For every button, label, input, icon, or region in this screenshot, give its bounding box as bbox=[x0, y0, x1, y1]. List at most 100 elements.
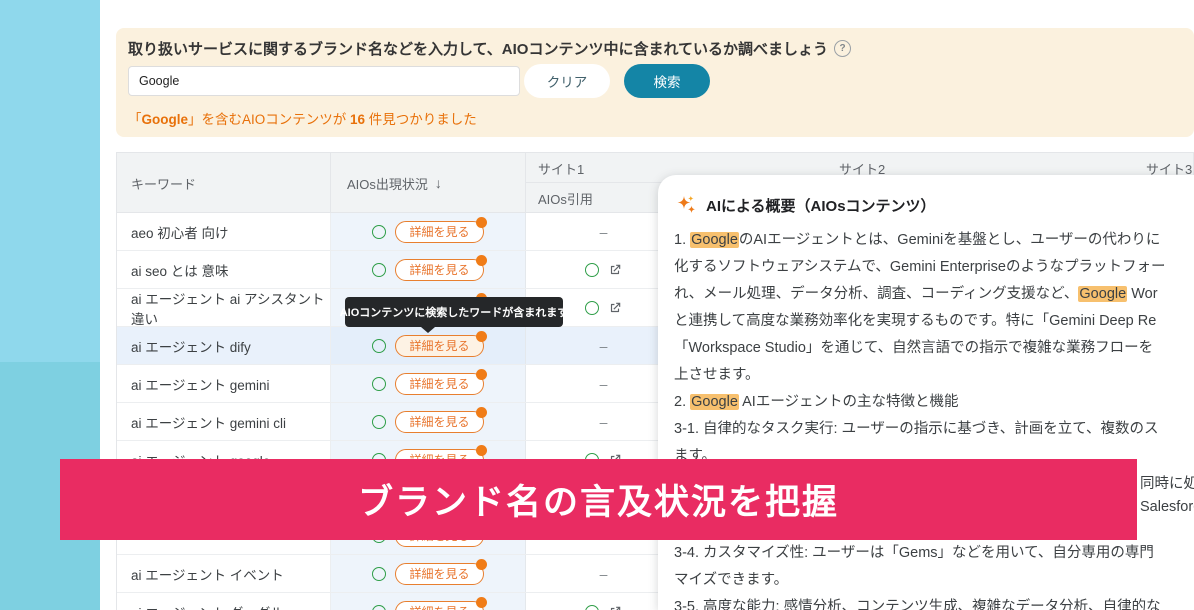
ai-overview-line: マイズできます。 bbox=[674, 567, 1194, 594]
notification-dot-icon bbox=[476, 331, 487, 342]
keyword-cell: ai エージェント イベント bbox=[117, 555, 331, 592]
result-mid: 」を含むAIOコンテンツが bbox=[188, 112, 350, 127]
ai-text: 上させます。 bbox=[674, 367, 760, 383]
tooltip-text: AIOコンテンツに検索したワードが含まれます bbox=[340, 304, 569, 320]
header-keyword: キーワード bbox=[117, 153, 331, 213]
notification-dot-icon bbox=[476, 255, 487, 266]
highlighted-brand: Google bbox=[690, 232, 739, 248]
status-ok-circle-icon bbox=[372, 377, 386, 391]
result-count: 16 bbox=[350, 112, 365, 127]
ai-overview-line: 3-1. 自律的なタスク実行: ユーザーの指示に基づき、計画を立て、複数のス bbox=[674, 416, 1194, 443]
search-button[interactable]: 検索 bbox=[624, 64, 710, 98]
caption-banner: ブランド名の言及状況を把握 bbox=[60, 459, 1137, 540]
status-ok-circle-icon bbox=[372, 263, 386, 277]
ai-text: れ、メール処理、データ分析、調査、コーディング支援など、 bbox=[674, 286, 1078, 302]
brand-search-panel: 取り扱いサービスに関するブランド名などを入力して、AIOコンテンツ中に含まれてい… bbox=[116, 28, 1194, 137]
keyword-cell: aeo 初心者 向け bbox=[117, 213, 331, 250]
ai-text: 1. bbox=[674, 232, 690, 248]
status-ok-circle-icon bbox=[585, 301, 599, 315]
ai-overview-line: と連携して高度な業務効率化を実現するものです。特に「Gemini Deep Re bbox=[674, 308, 1194, 335]
keyword-cell: ai seo とは 意味 bbox=[117, 251, 331, 288]
ai-overview-line: 3-5. 高度な能力: 感情分析、コンテンツ生成、複雑なデータ分析、自律的な bbox=[674, 594, 1194, 610]
help-icon[interactable]: ? bbox=[834, 40, 851, 57]
card-header: AIによる概要（AIOsコンテンツ） bbox=[658, 175, 1194, 221]
no-citation-dash: – bbox=[600, 376, 608, 392]
status-ok-circle-icon bbox=[372, 339, 386, 353]
panel-title-text: 取り扱いサービスに関するブランド名などを入力して、AIOコンテンツ中に含まれてい… bbox=[128, 38, 828, 59]
external-link-icon[interactable] bbox=[608, 605, 622, 610]
no-citation-dash: – bbox=[600, 224, 608, 240]
header-site1: サイト1 bbox=[538, 153, 584, 183]
highlighted-brand: Google bbox=[690, 394, 739, 410]
ai-overview-line: 1. GoogleのAIエージェントとは、Geminiを基盤とし、ユーザーの代わ… bbox=[674, 227, 1194, 254]
detail-button[interactable]: 詳細を見る bbox=[395, 335, 483, 357]
detail-button[interactable]: 詳細を見る bbox=[395, 221, 483, 243]
ai-overview-line: 3-4. カスタマイズ性: ユーザーは「Gems」などを用いて、自分専用の専門 bbox=[674, 540, 1194, 567]
highlighted-brand: Google bbox=[1078, 286, 1127, 302]
keyword-cell: ai エージェント gemini cli bbox=[117, 403, 331, 440]
aio-overview-card: AIによる概要（AIOsコンテンツ） 1. GoogleのAIエージェントとは、… bbox=[658, 175, 1194, 610]
detail-button[interactable]: 詳細を見る bbox=[395, 563, 483, 585]
status-cell: 詳細を見る bbox=[331, 251, 526, 288]
result-suffix: 件見つかりました bbox=[365, 112, 477, 127]
header-status: AIOs出現状況 ↓ bbox=[331, 153, 526, 213]
left-accent-strip-top bbox=[0, 0, 100, 362]
ai-overview-fragment: Salesforc bbox=[1140, 499, 1194, 515]
ai-overview-line: 「Workspace Studio」を通じて、自然言語での指示で複雑な業務フロー… bbox=[674, 335, 1194, 362]
external-link-icon[interactable] bbox=[608, 263, 622, 277]
notification-dot-icon bbox=[476, 217, 487, 228]
ai-text: と連携して高度な業務効率化を実現するものです。特に「Gemini Deep Re bbox=[674, 313, 1156, 329]
ai-text: AIエージェントの主な特徴と機能 bbox=[739, 394, 959, 410]
external-link-icon[interactable] bbox=[608, 301, 622, 315]
gemini-sparkle-icon bbox=[674, 193, 698, 217]
card-body: 1. GoogleのAIエージェントとは、Geminiを基盤とし、ユーザーの代わ… bbox=[658, 227, 1194, 470]
ai-overview-line: れ、メール処理、データ分析、調査、コーディング支援など、Google Wor bbox=[674, 281, 1194, 308]
status-cell: 詳細を見る bbox=[331, 593, 526, 610]
detail-button[interactable]: 詳細を見る bbox=[395, 373, 483, 395]
ai-text: 化するソフトウェアシステムで、Gemini Enterpriseのようなプラット… bbox=[674, 259, 1165, 275]
header-status-label: AIOs出現状況 bbox=[347, 174, 428, 193]
keyword-cell: ai エージェント ai アシスタント 違い bbox=[117, 289, 331, 326]
no-citation-dash: – bbox=[600, 338, 608, 354]
brand-search-input[interactable] bbox=[128, 66, 520, 96]
notification-dot-icon bbox=[476, 407, 487, 418]
status-cell: 詳細を見る bbox=[331, 403, 526, 440]
ai-text: のAIエージェントとは、Geminiを基盤とし、ユーザーの代わりに bbox=[739, 232, 1161, 248]
keyword-cell: ai エージェント gemini bbox=[117, 365, 331, 402]
keyword-cell: ai エージェント dify bbox=[117, 327, 331, 364]
status-cell: 詳細を見る bbox=[331, 213, 526, 250]
ai-text: 2. bbox=[674, 394, 690, 410]
ai-overview-line: 2. Google AIエージェントの主な特徴と機能 bbox=[674, 389, 1194, 416]
ai-text: Wor bbox=[1127, 286, 1157, 302]
panel-title: 取り扱いサービスに関するブランド名などを入力して、AIOコンテンツ中に含まれてい… bbox=[128, 38, 851, 59]
card-lower-lines: 3-4. カスタマイズ性: ユーザーは「Gems」などを用いて、自分専用の専門マ… bbox=[674, 540, 1194, 610]
keyword-cell: ai エージェント グーグル bbox=[117, 593, 331, 610]
caption-banner-text: ブランド名の言及状況を把握 bbox=[358, 474, 839, 525]
detail-button[interactable]: 詳細を見る bbox=[395, 601, 483, 610]
detail-button[interactable]: 詳細を見る bbox=[395, 411, 483, 433]
search-result-text: 「Google」を含むAIOコンテンツが 16 件見つかりました bbox=[128, 108, 477, 128]
notification-dot-icon bbox=[476, 369, 487, 380]
notification-dot-icon bbox=[476, 597, 487, 608]
clear-button[interactable]: クリア bbox=[524, 64, 610, 98]
detail-button[interactable]: 詳細を見る bbox=[395, 259, 483, 281]
header-citation-label: AIOs引用 bbox=[538, 189, 593, 208]
status-ok-circle-icon bbox=[372, 567, 386, 581]
status-ok-circle-icon bbox=[585, 263, 599, 277]
ai-overview-line: 化するソフトウェアシステムで、Gemini Enterpriseのようなプラット… bbox=[674, 254, 1194, 281]
no-citation-dash: – bbox=[600, 414, 608, 430]
result-brand: Google bbox=[142, 112, 189, 127]
status-cell: 詳細を見る bbox=[331, 365, 526, 402]
ai-overview-fragment: 同時に処 bbox=[1140, 472, 1194, 493]
ai-overview-line: 上させます。 bbox=[674, 362, 1194, 389]
sort-descending-icon[interactable]: ↓ bbox=[435, 175, 442, 191]
card-title: AIによる概要（AIOsコンテンツ） bbox=[706, 195, 936, 216]
status-ok-circle-icon bbox=[372, 415, 386, 429]
notification-dot-icon bbox=[476, 559, 487, 570]
status-ok-circle-icon bbox=[585, 605, 599, 610]
status-ok-circle-icon bbox=[372, 605, 386, 610]
header-keyword-label: キーワード bbox=[131, 174, 196, 193]
app-viewport: 取り扱いサービスに関するブランド名などを入力して、AIOコンテンツ中に含まれてい… bbox=[0, 0, 1194, 610]
result-prefix: 「 bbox=[128, 112, 142, 127]
tooltip-arrow-icon bbox=[421, 327, 435, 333]
